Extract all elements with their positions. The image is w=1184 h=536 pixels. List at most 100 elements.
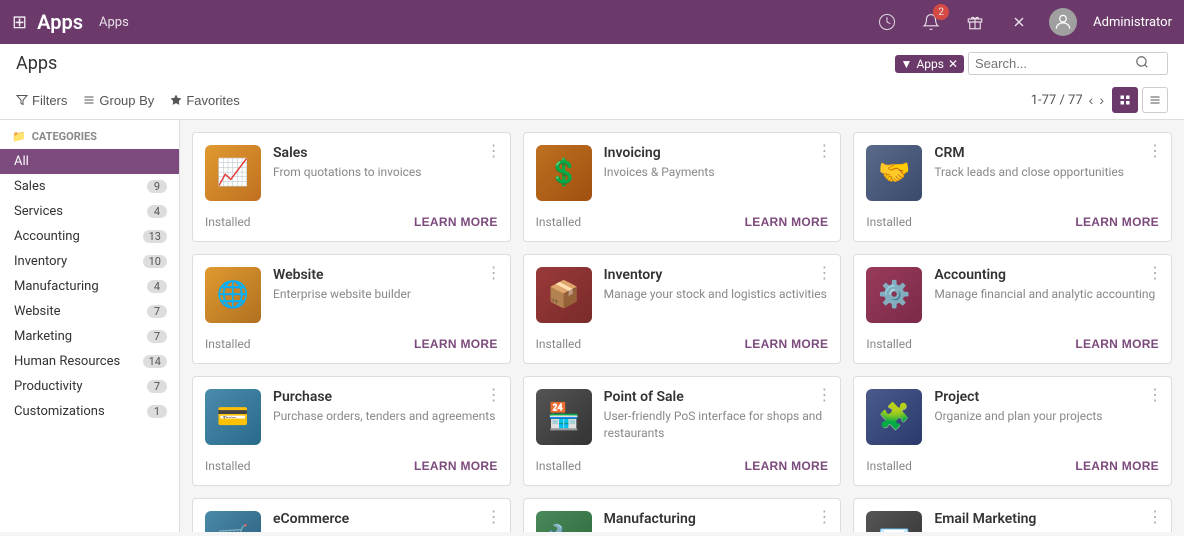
categories-label: CATEGORIES <box>32 130 97 143</box>
sidebar-item-accounting[interactable]: Accounting13 <box>0 224 179 249</box>
groupby-button[interactable]: Group By <box>83 93 154 108</box>
app-footer: Installed LEARN MORE <box>866 459 1159 473</box>
search-tag[interactable]: ▼ Apps ✕ <box>895 55 964 73</box>
sidebar-item-productivity[interactable]: Productivity7 <box>0 374 179 399</box>
gift-icon[interactable] <box>961 8 989 36</box>
app-desc: Design, send and track emails <box>934 530 1159 532</box>
sidebar-item-human-resources[interactable]: Human Resources14 <box>0 349 179 374</box>
app-title: Apps <box>37 10 83 34</box>
sidebar-item-count: 4 <box>147 280 167 293</box>
app-card-header: 🔧 Manufacturing Manufacturing Orders & B… <box>536 511 829 532</box>
app-icon: ⚙️ <box>866 267 922 323</box>
sidebar-item-services[interactable]: Services4 <box>0 199 179 224</box>
app-desc: Track leads and close opportunities <box>934 164 1159 181</box>
close-icon[interactable] <box>1005 8 1033 36</box>
sidebar-item-count: 7 <box>147 380 167 393</box>
learn-more-button[interactable]: LEARN MORE <box>414 459 498 473</box>
folder-icon: 📁 <box>12 130 26 143</box>
page-header: Apps ▼ Apps ✕ Filters Group By <box>0 44 1184 120</box>
page-title: Apps <box>16 53 57 74</box>
toolbar-right: 1-77 / 77 ‹ › <box>1031 87 1168 113</box>
search-input[interactable] <box>975 56 1135 71</box>
app-icon: 🌐 <box>205 267 261 323</box>
learn-more-button[interactable]: LEARN MORE <box>414 215 498 229</box>
app-more-button[interactable]: ⋮ <box>1147 141 1163 161</box>
avatar[interactable] <box>1049 8 1077 36</box>
app-more-button[interactable]: ⋮ <box>816 385 832 405</box>
sidebar-item-label: Accounting <box>14 229 80 244</box>
installed-badge: Installed <box>866 337 912 351</box>
filters-label: Filters <box>32 93 67 108</box>
app-more-button[interactable]: ⋮ <box>816 263 832 283</box>
app-card: ⋮ 💲 Invoicing Invoices & Payments Instal… <box>523 132 842 242</box>
app-name: Email Marketing <box>934 511 1159 527</box>
app-icon: 🏪 <box>536 389 592 445</box>
sidebar-item-label: Website <box>14 304 61 319</box>
list-view-button[interactable] <box>1142 87 1168 113</box>
app-icon: 📈 <box>205 145 261 201</box>
learn-more-button[interactable]: LEARN MORE <box>745 459 829 473</box>
app-more-button[interactable]: ⋮ <box>1147 263 1163 283</box>
app-footer: Installed LEARN MORE <box>205 459 498 473</box>
sidebar-item-manufacturing[interactable]: Manufacturing 4 <box>0 274 179 299</box>
app-icon: 🤝 <box>866 145 922 201</box>
app-more-button[interactable]: ⋮ <box>486 141 502 161</box>
app-desc: From quotations to invoices <box>273 164 498 181</box>
app-info: Accounting Manage financial and analytic… <box>934 267 1159 303</box>
learn-more-button[interactable]: LEARN MORE <box>1075 337 1159 351</box>
sidebar-item-website[interactable]: Website7 <box>0 299 179 324</box>
sidebar-item-label: Inventory <box>14 254 67 269</box>
app-card: ⋮ 📦 Inventory Manage your stock and logi… <box>523 254 842 364</box>
search-button[interactable] <box>1135 55 1149 72</box>
clock-icon[interactable] <box>873 8 901 36</box>
app-footer: Installed LEARN MORE <box>866 215 1159 229</box>
grid-menu-icon[interactable]: ⊞ <box>12 12 27 33</box>
search-tag-remove[interactable]: ✕ <box>948 57 958 71</box>
app-info: Project Organize and plan your projects <box>934 389 1159 425</box>
grid-view-button[interactable] <box>1112 87 1138 113</box>
pager-prev[interactable]: ‹ <box>1089 92 1094 108</box>
sidebar-item-all[interactable]: All <box>0 149 179 174</box>
sidebar-item-label: Human Resources <box>14 354 120 369</box>
sidebar-item-label: Manufacturing <box>14 279 99 294</box>
app-grid: ⋮ 📈 Sales From quotations to invoices In… <box>192 132 1172 532</box>
search-input-wrapper[interactable] <box>968 52 1168 75</box>
app-desc: Organize and plan your projects <box>934 408 1159 425</box>
sidebar-item-count: 10 <box>143 255 167 268</box>
app-info: Point of Sale User-friendly PoS interfac… <box>604 389 829 442</box>
app-more-button[interactable]: ⋮ <box>486 507 502 527</box>
learn-more-button[interactable]: LEARN MORE <box>1075 459 1159 473</box>
app-more-button[interactable]: ⋮ <box>816 507 832 527</box>
app-card: ⋮ 🔧 Manufacturing Manufacturing Orders &… <box>523 498 842 532</box>
learn-more-button[interactable]: LEARN MORE <box>414 337 498 351</box>
learn-more-button[interactable]: LEARN MORE <box>745 215 829 229</box>
username-label: Administrator <box>1093 15 1172 30</box>
filters-button[interactable]: Filters <box>16 93 67 108</box>
app-card: ⋮ 💳 Purchase Purchase orders, tenders an… <box>192 376 511 486</box>
app-icon: 💲 <box>536 145 592 201</box>
pager-text: 1-77 / 77 <box>1031 93 1083 108</box>
sidebar-item-label: All <box>14 154 29 169</box>
sidebar-item-inventory[interactable]: Inventory 10 <box>0 249 179 274</box>
app-name: Project <box>934 389 1159 405</box>
toolbar-row: Filters Group By Favorites 1-77 / 77 ‹ › <box>16 81 1168 119</box>
sidebar-item-sales[interactable]: Sales9 <box>0 174 179 199</box>
learn-more-button[interactable]: LEARN MORE <box>745 337 829 351</box>
app-desc: Purchase orders, tenders and agreements <box>273 408 498 425</box>
favorites-label: Favorites <box>186 93 239 108</box>
app-more-button[interactable]: ⋮ <box>1147 507 1163 527</box>
app-more-button[interactable]: ⋮ <box>1147 385 1163 405</box>
app-more-button[interactable]: ⋮ <box>486 385 502 405</box>
pager-next[interactable]: › <box>1099 92 1104 108</box>
favorites-button[interactable]: Favorites <box>170 93 239 108</box>
app-more-button[interactable]: ⋮ <box>486 263 502 283</box>
notification-icon[interactable]: 2 <box>917 8 945 36</box>
sidebar-item-marketing[interactable]: Marketing7 <box>0 324 179 349</box>
app-footer: Installed LEARN MORE <box>536 337 829 351</box>
learn-more-button[interactable]: LEARN MORE <box>1075 215 1159 229</box>
app-more-button[interactable]: ⋮ <box>816 141 832 161</box>
sidebar-items-container: All Sales9Services4Accounting13 Inventory 1… <box>0 149 179 424</box>
app-name: Sales <box>273 145 498 161</box>
app-info: Inventory Manage your stock and logistic… <box>604 267 829 303</box>
sidebar-item-customizations[interactable]: Customizations1 <box>0 399 179 424</box>
